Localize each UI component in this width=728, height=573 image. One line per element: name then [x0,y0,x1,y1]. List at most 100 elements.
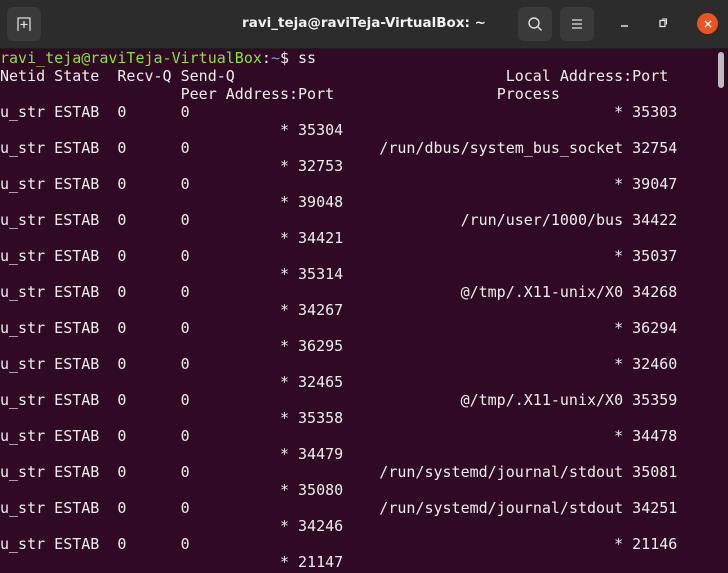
netid-cell: u_str [0,319,46,337]
recv-q-cell: 0 [117,283,127,301]
netid-cell: u_str [0,211,46,229]
peer-address-cell: * 34479 [279,445,344,463]
socket-row: u_str ESTAB 0 0/run/systemd/journal/stdout … [0,499,728,517]
socket-row-peer: * 34421 [0,229,728,247]
scrollbar[interactable] [718,52,724,88]
recv-q-cell: 0 [117,103,127,121]
peer-address-cell: * 36295 [279,337,344,355]
header-send-q: Send-Q [180,67,235,85]
prompt-line: ravi_teja@raviTeja-VirtualBox:~$ ss [0,49,316,67]
socket-row-peer: * 35304 [0,121,728,139]
netid-cell: u_str [0,499,46,517]
socket-row: u_str ESTAB 0 0 * 35303 [0,103,728,121]
send-q-cell: 0 [180,283,190,301]
state-cell: ESTAB [54,211,100,229]
peer-address-cell: * 35304 [279,121,344,139]
local-address-cell: @/tmp/.X11-unix/X0 34268 [460,283,678,301]
state-cell: ESTAB [54,283,100,301]
state-cell: ESTAB [54,499,100,517]
state-cell: ESTAB [54,247,100,265]
header-line-1: Netid State Recv-Q Send-Q Local Address:… [0,67,728,85]
peer-address-cell: * 39048 [279,193,344,211]
title-bar: ravi_teja@raviTeja-VirtualBox: ~ [0,0,728,49]
peer-address-cell: * 35358 [279,409,344,427]
prompt-symbol: $ [279,49,289,67]
send-q-cell: 0 [180,535,190,553]
netid-cell: u_str [0,391,46,409]
socket-row: u_str ESTAB 0 0/run/systemd/journal/stdout … [0,463,728,481]
header-netid: Netid [0,67,46,85]
netid-cell: u_str [0,427,46,445]
state-cell: ESTAB [54,139,100,157]
header-recv-q: Recv-Q [117,67,172,85]
maximize-button[interactable] [652,12,674,34]
netid-cell: u_str [0,355,46,373]
local-address-cell: * 21146 [614,535,678,553]
netid-cell: u_str [0,535,46,553]
socket-row: u_str ESTAB 0 0/run/user/1000/bus 34422 [0,211,728,229]
netid-cell: u_str [0,247,46,265]
peer-address-cell: * 34246 [279,517,344,535]
socket-row: u_str ESTAB 0 0 * 39047 [0,175,728,193]
recv-q-cell: 0 [117,355,127,373]
netid-cell: u_str [0,283,46,301]
header-state: State [54,67,100,85]
send-q-cell: 0 [180,139,190,157]
socket-row-peer: * 34479 [0,445,728,463]
local-address-cell: * 35037 [614,247,678,265]
recv-q-cell: 0 [117,175,127,193]
state-cell: ESTAB [54,103,100,121]
local-address-cell: /run/systemd/journal/stdout 35081 [379,463,678,481]
send-q-cell: 0 [180,391,190,409]
recv-q-cell: 0 [117,319,127,337]
minimize-icon [621,25,628,27]
socket-row: u_str ESTAB 0 0/run/dbus/system_bus_socket … [0,139,728,157]
send-q-cell: 0 [180,427,190,445]
socket-row-peer: * 34246 [0,517,728,535]
local-address-cell: * 35303 [614,103,678,121]
socket-row: u_str ESTAB 0 0 * 35037 [0,247,728,265]
close-button[interactable] [697,13,718,34]
recv-q-cell: 0 [117,463,127,481]
socket-row-peer: * 35080 [0,481,728,499]
state-cell: ESTAB [54,427,100,445]
local-address-cell: * 36294 [614,319,678,337]
search-icon [528,17,542,31]
prompt-colon: : [261,49,271,67]
send-q-cell: 0 [180,103,190,121]
socket-row-peer: * 32465 [0,373,728,391]
local-address-cell: /run/dbus/system_bus_socket 32754 [379,139,678,157]
socket-row: u_str ESTAB 0 0 @/tmp/.X11-unix/X0 35359 [0,391,728,409]
local-address-cell: /run/user/1000/bus 34422 [460,211,678,229]
socket-row-peer: * 35314 [0,265,728,283]
recv-q-cell: 0 [117,499,127,517]
send-q-cell: 0 [180,463,190,481]
socket-row-peer: * 32753 [0,157,728,175]
peer-address-cell: * 32465 [279,373,344,391]
socket-row: u_str ESTAB 0 0 * 36294 [0,319,728,337]
local-address-cell: @/tmp/.X11-unix/X0 35359 [460,391,678,409]
socket-row: u_str ESTAB 0 0 * 32460 [0,355,728,373]
state-cell: ESTAB [54,535,100,553]
prompt-user-host: ravi_teja@raviTeja-VirtualBox [0,49,262,67]
recv-q-cell: 0 [117,427,127,445]
socket-row-peer: * 39048 [0,193,728,211]
search-button[interactable] [518,7,552,41]
terminal-output[interactable]: ravi_teja@raviTeja-VirtualBox:~$ ss Neti… [0,49,728,573]
local-address-cell: * 39047 [614,175,678,193]
netid-cell: u_str [0,103,46,121]
local-address-cell: * 32460 [614,355,678,373]
socket-row: u_str ESTAB 0 0 @/tmp/.X11-unix/X0 34268 [0,283,728,301]
minimize-button[interactable] [614,12,636,34]
send-q-cell: 0 [180,499,190,517]
menu-button[interactable] [560,7,594,41]
netid-cell: u_str [0,139,46,157]
netid-cell: u_str [0,463,46,481]
send-q-cell: 0 [180,319,190,337]
hamburger-menu-icon [572,19,582,29]
local-address-cell: * 34478 [614,427,678,445]
state-cell: ESTAB [54,355,100,373]
send-q-cell: 0 [180,355,190,373]
state-cell: ESTAB [54,391,100,409]
state-cell: ESTAB [54,175,100,193]
